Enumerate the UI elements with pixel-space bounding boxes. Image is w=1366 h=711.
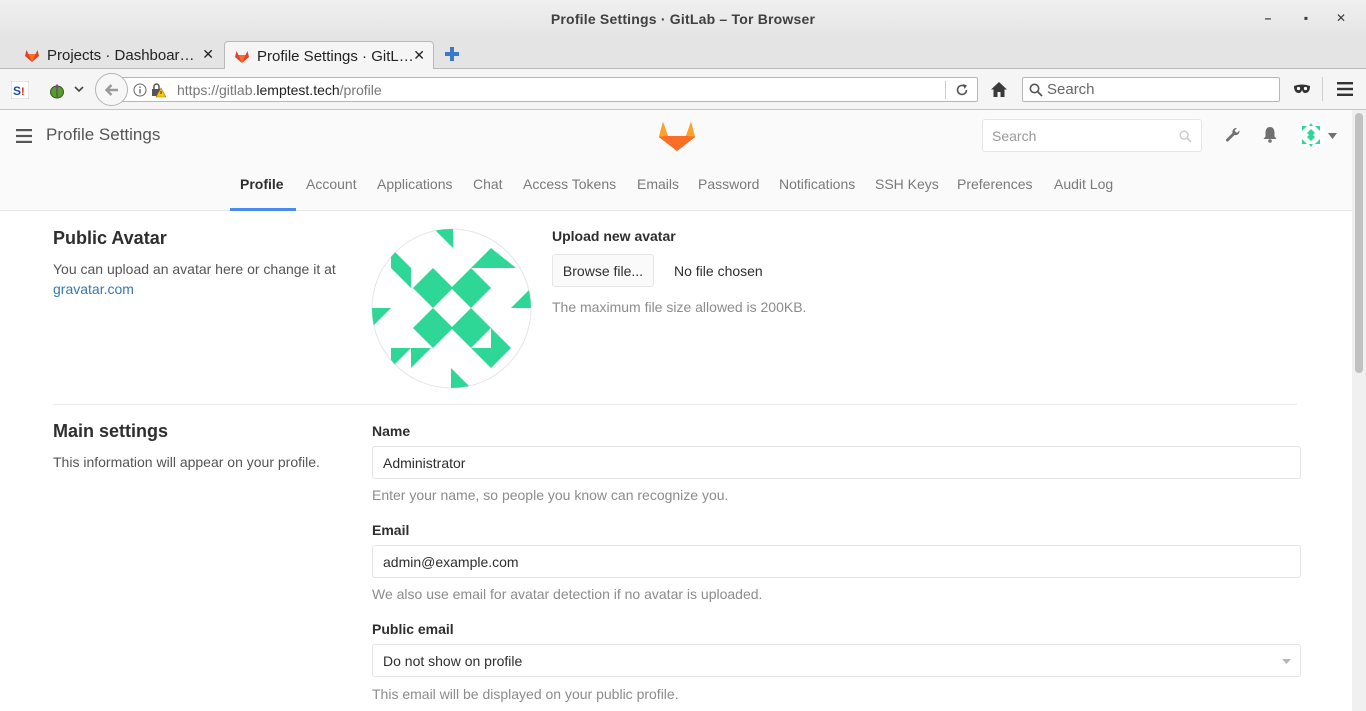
main-settings-description: This information will appear on your pro… <box>53 454 320 470</box>
tab-emails[interactable]: Emails <box>637 176 679 192</box>
profile-subnav: Profile Account Applications Chat Access… <box>0 172 1352 211</box>
page-title: Profile Settings <box>46 125 161 144</box>
noscript-icon[interactable]: S ! <box>11 81 29 99</box>
toolbar-divider <box>1322 77 1323 101</box>
search-icon <box>1179 130 1192 143</box>
tab-ssh-keys[interactable]: SSH Keys <box>875 176 939 192</box>
close-tab-icon[interactable]: ✕ <box>413 47 425 64</box>
url-bar[interactable]: https://gitlab.lemptest.tech/profile <box>118 77 978 102</box>
chevron-down-icon[interactable] <box>74 84 84 94</box>
public-avatar-description: You can upload an avatar here or change … <box>53 259 343 299</box>
new-tab-icon[interactable] <box>444 46 460 62</box>
max-file-size-hint: The maximum file size allowed is 200KB. <box>552 299 807 315</box>
minimize-icon[interactable]: – <box>1260 10 1276 26</box>
tab-profile[interactable]: Profile <box>240 176 284 192</box>
email-help: We also use email for avatar detection i… <box>372 586 763 602</box>
window-titlebar: Profile Settings · GitLab – Tor Browser … <box>0 0 1366 38</box>
gitlab-favicon-icon <box>25 50 39 62</box>
scrollbar-thumb[interactable] <box>1355 113 1363 373</box>
back-arrow-icon <box>104 84 118 96</box>
email-value: admin@example.com <box>383 554 519 570</box>
tab-label: Profile Settings · GitL… <box>257 47 414 65</box>
gitlab-search-box[interactable] <box>982 119 1202 152</box>
maximize-icon[interactable]: ▪ <box>1298 10 1314 26</box>
name-field[interactable]: Administrator <box>372 446 1301 479</box>
gitlab-header: Profile Settings Profile <box>0 110 1352 211</box>
tab-account[interactable]: Account <box>306 176 357 192</box>
public-email-select[interactable]: Do not show on profile <box>372 644 1301 677</box>
tab-access-tokens[interactable]: Access Tokens <box>523 176 616 192</box>
private-mask-icon[interactable] <box>1293 84 1311 94</box>
admin-wrench-icon[interactable] <box>1225 127 1241 143</box>
name-help: Enter your name, so people you know can … <box>372 487 729 503</box>
url-text: https://gitlab.lemptest.tech/profile <box>177 82 382 98</box>
svg-text:!: ! <box>21 86 25 98</box>
public-avatar-heading: Public Avatar <box>53 228 167 248</box>
tab-label: Projects · Dashboar… <box>47 46 195 64</box>
tab-password[interactable]: Password <box>698 176 759 192</box>
name-label: Name <box>372 423 411 439</box>
public-email-value: Do not show on profile <box>383 653 523 669</box>
search-icon <box>1029 83 1043 97</box>
tor-onion-icon[interactable] <box>48 81 66 99</box>
home-icon[interactable] <box>990 81 1008 98</box>
url-scheme: https://gitlab. <box>177 82 257 98</box>
gitlab-search-input[interactable] <box>992 128 1172 144</box>
tab-profile-settings[interactable]: Profile Settings · GitL… ✕ <box>224 41 434 70</box>
public-email-label: Public email <box>372 621 454 637</box>
info-icon[interactable] <box>133 83 147 97</box>
active-tab-indicator <box>230 208 296 211</box>
close-tab-icon[interactable]: ✕ <box>202 46 214 63</box>
browser-search-bar[interactable]: Search <box>1022 77 1280 102</box>
no-file-chosen-text: No file chosen <box>674 263 763 279</box>
user-avatar-menu-icon[interactable] <box>1297 121 1325 149</box>
avatar-desc-text: You can upload an avatar here or change … <box>53 261 336 277</box>
tab-preferences[interactable]: Preferences <box>957 176 1032 192</box>
tab-chat[interactable]: Chat <box>473 176 503 192</box>
upload-avatar-label: Upload new avatar <box>552 228 676 244</box>
page-scrollbar[interactable] <box>1352 110 1366 711</box>
svg-text:S: S <box>13 84 21 98</box>
window-title: Profile Settings · GitLab – Tor Browser <box>550 11 816 27</box>
back-button[interactable] <box>95 73 128 106</box>
gitlab-logo-icon[interactable] <box>658 116 696 152</box>
url-host: lemptest.tech <box>256 82 340 98</box>
tab-projects-dashboard[interactable]: Projects · Dashboar… ✕ <box>14 41 222 69</box>
browser-search-placeholder: Search <box>1047 81 1095 98</box>
insecure-lock-warning-icon[interactable] <box>150 82 166 98</box>
tab-notifications[interactable]: Notifications <box>779 176 855 192</box>
section-divider <box>53 404 1297 405</box>
email-label: Email <box>372 522 410 538</box>
close-window-icon[interactable]: ✕ <box>1333 10 1349 26</box>
reload-icon[interactable] <box>955 83 969 97</box>
name-value: Administrator <box>383 455 466 471</box>
url-path: /profile <box>339 82 382 98</box>
sidebar-toggle-icon[interactable] <box>16 129 32 143</box>
main-settings-heading: Main settings <box>53 421 169 441</box>
select-caret-icon <box>1282 659 1291 664</box>
gitlab-favicon-icon <box>235 51 249 63</box>
browse-file-button[interactable]: Browse file... <box>552 254 654 287</box>
caret-down-icon[interactable] <box>1328 133 1337 139</box>
gravatar-link[interactable]: gravatar.com <box>53 281 134 297</box>
hamburger-menu-icon[interactable] <box>1337 82 1353 96</box>
notifications-bell-icon[interactable] <box>1262 126 1278 143</box>
tab-strip: Projects · Dashboar… ✕ Profile Settings … <box>0 38 1366 70</box>
email-field[interactable]: admin@example.com <box>372 545 1301 578</box>
url-divider <box>945 81 946 99</box>
user-avatar-image <box>371 228 532 389</box>
tab-audit-log[interactable]: Audit Log <box>1054 176 1113 192</box>
navigation-toolbar: S ! https://gitlab.lemptest.tech/profile <box>0 69 1366 110</box>
tab-applications[interactable]: Applications <box>377 176 453 192</box>
public-email-help: This email will be displayed on your pub… <box>372 686 679 702</box>
